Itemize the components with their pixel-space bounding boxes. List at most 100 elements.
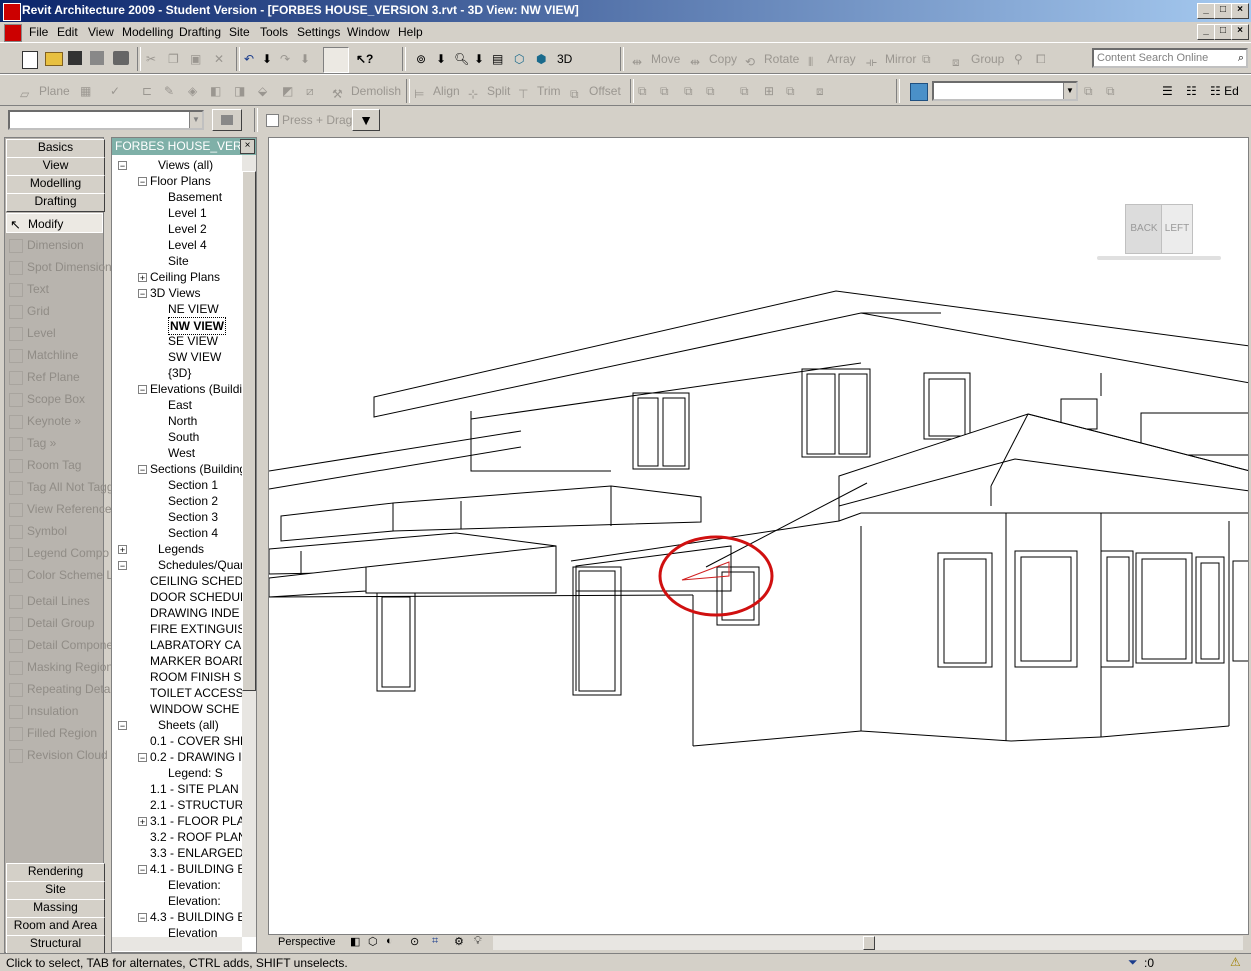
zoom-menu-icon[interactable]: ⬇ bbox=[474, 49, 484, 69]
tool-tag-all-not-tagg[interactable]: Tag All Not Tagg bbox=[9, 477, 114, 497]
designbar-tab-modelling[interactable]: Modelling bbox=[6, 175, 105, 194]
type-selector[interactable]: ▼ bbox=[8, 110, 204, 130]
show-plane-icon[interactable]: ▦ bbox=[80, 81, 91, 101]
menu-drafting[interactable]: Drafting bbox=[179, 25, 221, 39]
browser-tree-item[interactable]: Section 4 bbox=[112, 525, 242, 541]
browser-tree-item[interactable]: NE VIEW bbox=[112, 301, 242, 317]
offset-button[interactable]: ⧉ Offset bbox=[570, 81, 621, 101]
view-cube-left-face[interactable]: LEFT bbox=[1161, 204, 1193, 254]
menu-view[interactable]: View bbox=[88, 25, 114, 39]
view-cube-back-face[interactable]: BACK bbox=[1125, 204, 1163, 254]
cut-icon[interactable]: ✂ bbox=[146, 49, 156, 69]
view-mode-label[interactable]: Perspective bbox=[278, 936, 335, 948]
spelling-icon[interactable]: ✓ bbox=[110, 81, 120, 101]
tool-symbol[interactable]: Symbol bbox=[9, 521, 67, 541]
print-icon[interactable] bbox=[113, 51, 129, 65]
coordination-icon[interactable]: ⊞ bbox=[764, 81, 774, 101]
browser-tree-item[interactable]: West bbox=[112, 445, 242, 461]
menu-window[interactable]: Window bbox=[347, 25, 390, 39]
zoom-region-icon[interactable]: ⊚ bbox=[416, 49, 426, 69]
warning-icon[interactable]: ⚠ bbox=[1230, 955, 1241, 969]
browser-tree-item[interactable]: Section 2 bbox=[112, 493, 242, 509]
browser-tree-item[interactable]: 3.3 - ENLARGED bbox=[112, 845, 242, 861]
browser-tree-item[interactable]: SE VIEW bbox=[112, 333, 242, 349]
browser-tree-item[interactable]: 2.1 - STRUCTUR bbox=[112, 797, 242, 813]
menu-site[interactable]: Site bbox=[229, 25, 250, 39]
doc-close-button[interactable]: × bbox=[1231, 24, 1249, 40]
split-face-icon[interactable]: ⬙ bbox=[258, 81, 267, 101]
copy-button[interactable]: ⇹ Copy bbox=[690, 49, 737, 69]
browser-tree-item[interactable]: SW VIEW bbox=[112, 349, 242, 365]
browser-tree-item[interactable]: ROOM FINISH S bbox=[112, 669, 242, 685]
paste-special-icon[interactable]: ⧉ bbox=[706, 81, 715, 101]
browser-tree-item[interactable]: − Views (all) bbox=[112, 157, 242, 173]
menu-file[interactable]: File bbox=[29, 25, 48, 39]
tool-scope-box[interactable]: Scope Box bbox=[9, 389, 85, 409]
tool-masking-region[interactable]: Masking Region bbox=[9, 657, 113, 677]
paste-aligned-icon[interactable]: ⧉ bbox=[660, 81, 669, 101]
reveal-icon[interactable]: ⊙ bbox=[410, 935, 419, 948]
minimize-button[interactable]: _ bbox=[1197, 3, 1215, 19]
tool-detail-compone[interactable]: Detail Compone bbox=[9, 635, 113, 655]
expand-icon[interactable]: + bbox=[118, 545, 127, 555]
undo-dropdown-icon[interactable]: ⬇ bbox=[262, 49, 272, 69]
save-all-icon[interactable] bbox=[90, 51, 104, 65]
browser-tree-item[interactable]: FIRE EXTINGUIS bbox=[112, 621, 242, 637]
copy-monitor-icon[interactable]: ⧉ bbox=[740, 81, 749, 101]
redo-dropdown-icon[interactable]: ⬇ bbox=[300, 49, 310, 69]
menu-settings[interactable]: Settings bbox=[297, 25, 340, 39]
pick-design-option-icon[interactable]: ⧉ bbox=[1084, 81, 1093, 101]
browser-tree-item[interactable]: LABRATORY CA bbox=[112, 637, 242, 653]
chevron-down-icon[interactable]: ▼ bbox=[189, 112, 202, 128]
browser-tree-item[interactable]: − Schedules/Quanti bbox=[112, 557, 242, 573]
browser-tree-item[interactable]: −4.1 - BUILDING E bbox=[112, 861, 242, 877]
match-type-icon[interactable]: ⊏ bbox=[142, 81, 152, 101]
browser-tree-item[interactable]: − Sheets (all) bbox=[112, 717, 242, 733]
menu-edit[interactable]: Edit bbox=[57, 25, 78, 39]
collapse-icon[interactable]: − bbox=[138, 177, 147, 187]
doc-restore-button[interactable]: □ bbox=[1214, 24, 1232, 40]
browser-vertical-scrollbar[interactable] bbox=[242, 155, 256, 937]
open-icon[interactable] bbox=[45, 52, 63, 66]
chevron-down-icon[interactable]: ▼ bbox=[1063, 83, 1076, 99]
tool-insulation[interactable]: Insulation bbox=[9, 701, 78, 721]
browser-tree-item[interactable]: East bbox=[112, 397, 242, 413]
browser-tree-item[interactable]: WINDOW SCHE bbox=[112, 701, 242, 717]
canvas-horizontal-scrollbar[interactable] bbox=[493, 936, 1243, 950]
browser-tree-item[interactable]: Level 4 bbox=[112, 237, 242, 253]
browser-tree-item[interactable]: Legend: S bbox=[112, 765, 242, 781]
edit-button[interactable]: ☷ Ed bbox=[1210, 81, 1239, 101]
tool-detail-group[interactable]: Detail Group bbox=[9, 613, 94, 633]
collapse-icon[interactable]: − bbox=[118, 161, 127, 171]
browser-tree-item[interactable]: Section 3 bbox=[112, 509, 242, 525]
cut-geometry-icon[interactable]: ◨ bbox=[234, 81, 245, 101]
expand-icon[interactable]: + bbox=[138, 817, 147, 827]
browser-tree-item[interactable]: Elevation: bbox=[112, 877, 242, 893]
shadows-toggle-icon[interactable]: ◐ bbox=[386, 935, 393, 947]
detail-level-icon[interactable]: ◧ bbox=[350, 935, 360, 948]
shadows-icon[interactable]: ⬢ bbox=[536, 49, 546, 69]
designbar-tab-room-and-area[interactable]: Room and Area bbox=[6, 917, 105, 936]
resize-icon[interactable]: ⧉ bbox=[922, 49, 931, 69]
browser-tree-item[interactable]: 3.2 - ROOF PLAN bbox=[112, 829, 242, 845]
expand-icon[interactable]: + bbox=[138, 273, 147, 283]
eyedropper-icon[interactable]: ✎ bbox=[164, 81, 174, 101]
browser-tree-item[interactable]: Section 1 bbox=[112, 477, 242, 493]
browser-tree-item[interactable]: − Elevations (Buildin bbox=[112, 381, 242, 397]
browser-tree-item[interactable]: Elevation: bbox=[112, 893, 242, 909]
search-icon[interactable]: ⌕ bbox=[1238, 50, 1244, 66]
tool-dimension[interactable]: Dimension bbox=[9, 235, 84, 255]
browser-tree-item[interactable]: − Sections (Building bbox=[112, 461, 242, 477]
tool-room-tag[interactable]: Room Tag bbox=[9, 455, 81, 475]
unpin-icon[interactable]: ⧠ bbox=[1036, 49, 1046, 69]
split-button[interactable]: ⊹ Split bbox=[468, 81, 510, 101]
mirror-button[interactable]: ⟛ Mirror bbox=[866, 49, 916, 69]
view-cube[interactable]: BACK LEFT bbox=[1095, 200, 1225, 268]
browser-tree-item[interactable]: TOILET ACCESS bbox=[112, 685, 242, 701]
list-alt-icon[interactable]: ☷ bbox=[1186, 81, 1197, 101]
designbar-tab-rendering[interactable]: Rendering bbox=[6, 863, 105, 882]
browser-horizontal-scrollbar[interactable] bbox=[112, 937, 242, 951]
browser-tree-item[interactable]: MARKER BOARD bbox=[112, 653, 242, 669]
new-icon[interactable] bbox=[22, 51, 38, 69]
browser-tree-item[interactable]: NW VIEW bbox=[112, 317, 242, 335]
